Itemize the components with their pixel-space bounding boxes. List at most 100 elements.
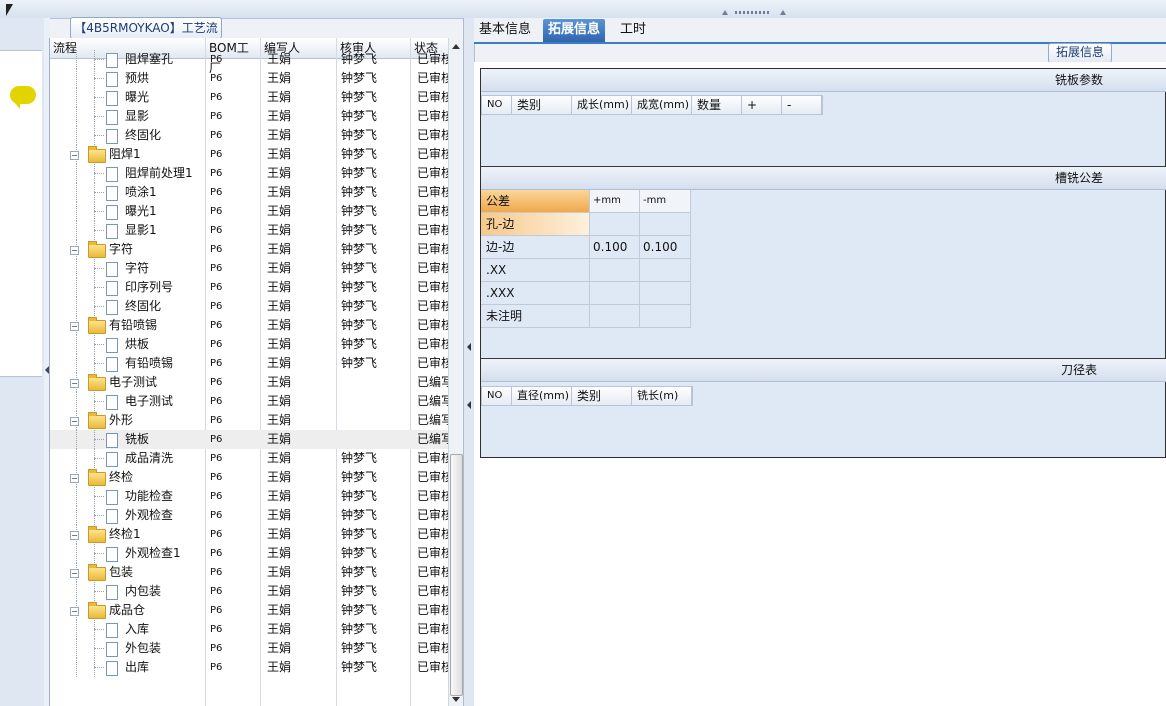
tab-work-hours[interactable]: 工时 <box>615 19 651 42</box>
tree-row[interactable]: 铣板 P6 王娟 已编写 <box>50 430 450 449</box>
subtab-extended-info[interactable]: 拓展信息 <box>1048 43 1112 63</box>
tolerance-plus-cell[interactable] <box>590 282 640 304</box>
collapse-icon[interactable]: − <box>70 322 79 331</box>
tolerance-minus-cell[interactable] <box>640 305 691 327</box>
col-length[interactable]: 成长(mm) <box>572 96 632 114</box>
collapse-icon[interactable]: − <box>70 379 79 388</box>
tree-row[interactable]: 外观检查1 P6 王娟 钟梦飞 已审核 <box>50 544 450 563</box>
tree-row-writer: 王娟 <box>267 565 292 579</box>
tree-row[interactable]: 功能检查 P6 王娟 钟梦飞 已审核 <box>50 487 450 506</box>
tree-row[interactable]: 印序列号 P6 王娟 钟梦飞 已审核 <box>50 278 450 297</box>
collapse-up-icon[interactable] <box>722 10 728 15</box>
tree-row-reviewer: 钟梦飞 <box>341 508 378 522</box>
tree-row[interactable]: − 阻焊1 P6 王娟 钟梦飞 已审核 <box>50 145 450 164</box>
tree-row[interactable]: 外包装 P6 王娟 钟梦飞 已审核 <box>50 639 450 658</box>
tree-row[interactable]: 显影 P6 王娟 钟梦飞 已审核 <box>50 107 450 126</box>
col-category[interactable]: 类别 <box>572 387 632 405</box>
tree-scrollbar[interactable] <box>448 38 463 706</box>
collapse-left-icon[interactable] <box>467 401 471 409</box>
tree-row-writer: 王娟 <box>267 71 292 85</box>
tree-row-label: 外观检查1 <box>125 546 181 560</box>
remove-row-button[interactable]: - <box>782 96 822 114</box>
collapse-icon[interactable]: − <box>70 569 79 578</box>
tolerance-plus-cell[interactable] <box>590 213 640 235</box>
tolerance-row[interactable]: 未注明 <box>481 305 691 328</box>
col-minus-mm[interactable]: -mm <box>640 190 691 212</box>
tolerance-row[interactable]: .XX <box>481 259 691 282</box>
tree-row-bom: P6 <box>210 548 223 559</box>
collapse-icon[interactable]: − <box>70 151 79 160</box>
tolerance-plus-cell[interactable] <box>590 305 640 327</box>
tree-row[interactable]: 预烘 P6 王娟 钟梦飞 已审核 <box>50 69 450 88</box>
tree-row[interactable]: 喷涂1 P6 王娟 钟梦飞 已审核 <box>50 183 450 202</box>
scroll-down-icon[interactable] <box>452 697 460 702</box>
col-tolerance[interactable]: 公差 <box>481 190 590 212</box>
tree-row[interactable]: − 外形 P6 王娟 已编写 <box>50 411 450 430</box>
tree-row[interactable]: 内包装 P6 王娟 钟梦飞 已审核 <box>50 582 450 601</box>
tree-row-label: 铣板 <box>125 432 150 446</box>
tree-row-status: 已审核 <box>417 565 450 579</box>
tolerance-minus-cell[interactable] <box>640 282 691 304</box>
tree-row[interactable]: 曝光 P6 王娟 钟梦飞 已审核 <box>50 88 450 107</box>
tree-row[interactable]: − 电子测试 P6 王娟 已编写 <box>50 373 450 392</box>
tab-extended-info[interactable]: 拓展信息 <box>543 19 606 42</box>
col-plus-mm[interactable]: +mm <box>590 190 640 212</box>
tree-row-status: 已审核 <box>417 109 450 123</box>
splitter-grip[interactable] <box>735 11 771 14</box>
tab-basic-info[interactable]: 基本信息 <box>474 19 536 42</box>
tolerance-minus-cell[interactable] <box>640 213 691 235</box>
tree-row-reviewer: 钟梦飞 <box>341 223 378 237</box>
col-no[interactable]: NO <box>482 387 512 405</box>
tree-row[interactable]: 终固化 P6 王娟 钟梦飞 已审核 <box>50 126 450 145</box>
tolerance-row[interactable]: 孔-边 <box>481 213 691 236</box>
tree-row[interactable]: − 字符 P6 王娟 钟梦飞 已审核 <box>50 240 450 259</box>
tolerance-row[interactable]: .XXX <box>481 282 691 305</box>
tree-row-writer: 王娟 <box>267 584 292 598</box>
tree-row-status: 已编写 <box>417 432 450 446</box>
tree-row[interactable]: 入库 P6 王娟 钟梦飞 已审核 <box>50 620 450 639</box>
collapse-icon[interactable]: − <box>70 246 79 255</box>
tolerance-minus-cell[interactable]: 0.100 <box>640 236 691 258</box>
tree-row[interactable]: − 包装 P6 王娟 钟梦飞 已审核 <box>50 563 450 582</box>
tree-row[interactable]: 终固化 P6 王娟 钟梦飞 已审核 <box>50 297 450 316</box>
collapse-icon[interactable]: − <box>70 607 79 616</box>
tolerance-minus-cell[interactable] <box>640 259 691 281</box>
col-category[interactable]: 类别 <box>512 96 572 114</box>
tolerance-row[interactable]: 边-边 0.100 0.100 <box>481 236 691 259</box>
collapse-icon[interactable]: − <box>70 417 79 426</box>
tolerance-plus-cell[interactable]: 0.100 <box>590 236 640 258</box>
col-width[interactable]: 成宽(mm) <box>632 96 692 114</box>
collapse-up-icon[interactable] <box>780 10 786 15</box>
tree-row-reviewer: 钟梦飞 <box>341 204 378 218</box>
tree-row[interactable]: 显影1 P6 王娟 钟梦飞 已审核 <box>50 221 450 240</box>
tree-row[interactable]: 阻焊塞孔 P6 王娟 钟梦飞 已审核 <box>50 50 450 69</box>
col-diameter[interactable]: 直径(mm) <box>512 387 572 405</box>
chat-icon[interactable] <box>10 86 36 109</box>
tree-row[interactable]: − 有铅喷锡 P6 王娟 钟梦飞 已审核 <box>50 316 450 335</box>
tree-row[interactable]: − 终检 P6 王娟 钟梦飞 已审核 <box>50 468 450 487</box>
tree-row-bom: P6 <box>210 54 223 65</box>
tree-row[interactable]: 成品清洗 P6 王娟 钟梦飞 已审核 <box>50 449 450 468</box>
tree-row[interactable]: 字符 P6 王娟 钟梦飞 已审核 <box>50 259 450 278</box>
tree-row[interactable]: 曝光1 P6 王娟 钟梦飞 已审核 <box>50 202 450 221</box>
tree-row[interactable]: 外观检查 P6 王娟 钟梦飞 已审核 <box>50 506 450 525</box>
collapse-icon[interactable]: − <box>70 531 79 540</box>
tree-row[interactable]: − 终检1 P6 王娟 钟梦飞 已审核 <box>50 525 450 544</box>
col-mill-length[interactable]: 铣长(m) <box>632 387 692 405</box>
tree-row[interactable]: 电子测试 P6 王娟 已编写 <box>50 392 450 411</box>
tolerance-plus-cell[interactable] <box>590 259 640 281</box>
tree-row[interactable]: 有铅喷锡 P6 王娟 钟梦飞 已审核 <box>50 354 450 373</box>
col-no[interactable]: NO <box>482 96 512 114</box>
tree-row[interactable]: 阻焊前处理1 P6 王娟 钟梦飞 已审核 <box>50 164 450 183</box>
collapse-left-icon[interactable] <box>467 343 471 351</box>
col-quantity[interactable]: 数量 <box>692 96 742 114</box>
scroll-thumb[interactable] <box>450 454 463 696</box>
tree-row[interactable]: 出库 P6 王娟 钟梦飞 已审核 <box>50 658 450 677</box>
scroll-up-icon[interactable] <box>452 44 460 49</box>
tree-row-status: 已审核 <box>417 147 450 161</box>
collapse-icon[interactable]: − <box>70 474 79 483</box>
add-row-button[interactable]: + <box>742 96 782 114</box>
tree-row[interactable]: − 成品仓 P6 王娟 钟梦飞 已审核 <box>50 601 450 620</box>
tree-row[interactable]: 烘板 P6 王娟 钟梦飞 已审核 <box>50 335 450 354</box>
tree-row-writer: 王娟 <box>267 185 292 199</box>
